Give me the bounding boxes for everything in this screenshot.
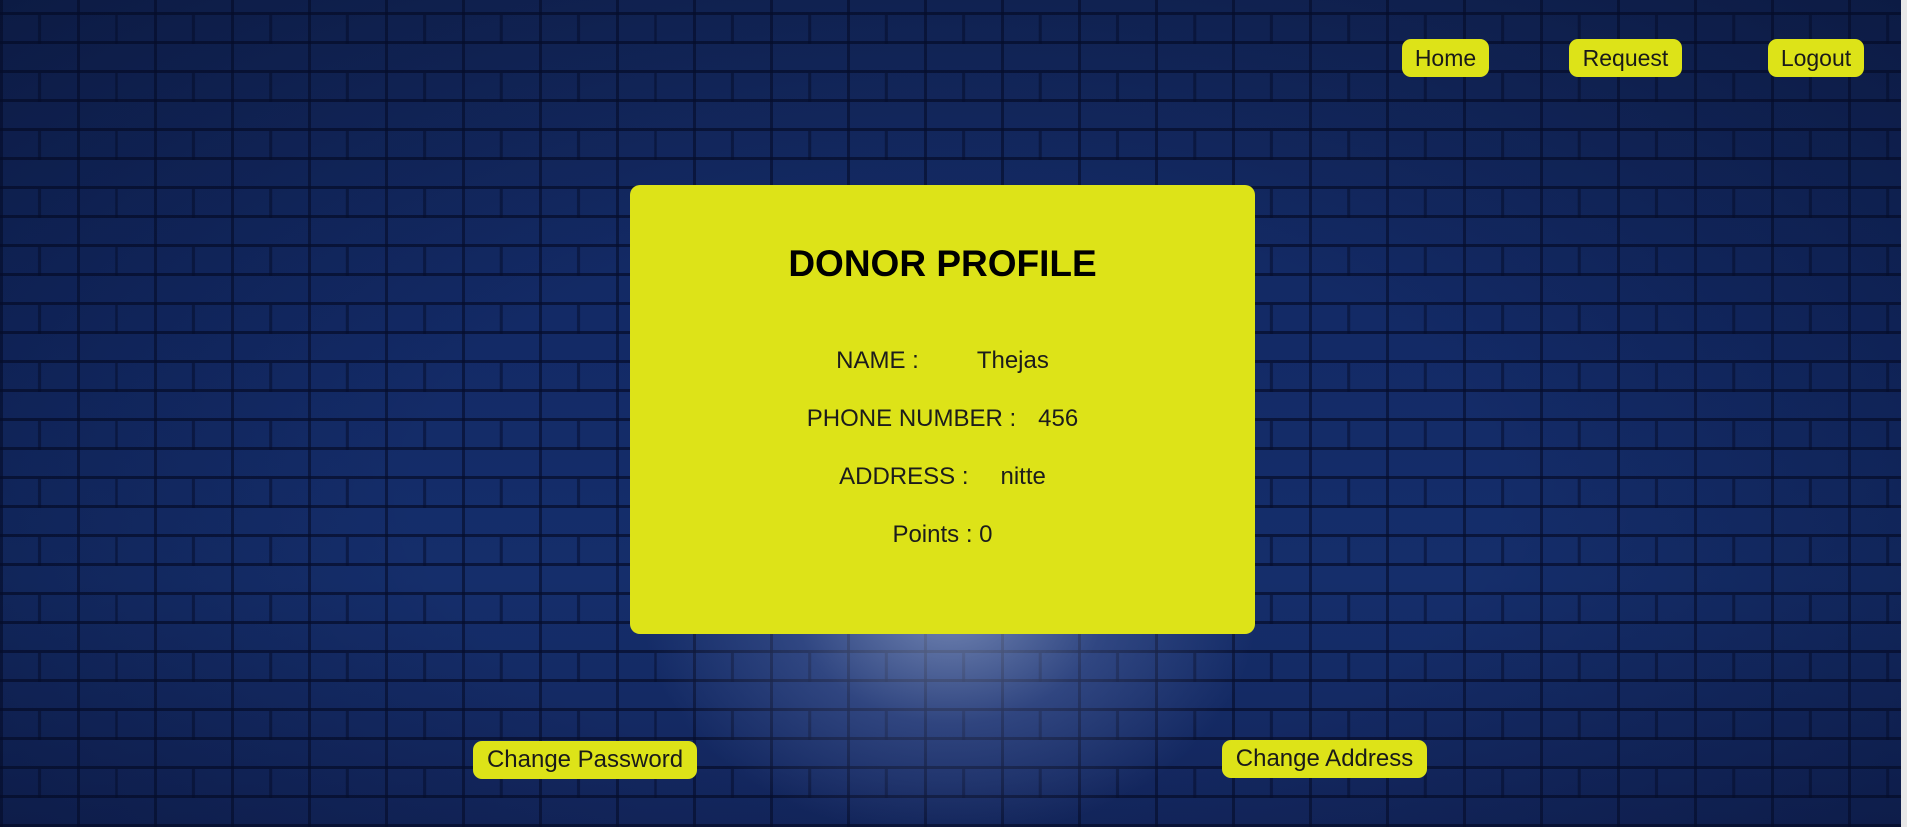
- points-label: Points :: [892, 521, 973, 548]
- points-row: Points : 0: [630, 521, 1255, 549]
- phone-value: 456: [1038, 405, 1079, 432]
- address-label: ADDRESS :: [839, 463, 969, 490]
- name-row: NAME : Thejas: [630, 347, 1255, 375]
- points-value: 0: [979, 521, 993, 548]
- home-button[interactable]: Home: [1402, 39, 1489, 77]
- change-address-button[interactable]: Change Address: [1222, 740, 1427, 778]
- scrollbar-track[interactable]: [1901, 0, 1907, 827]
- phone-label: PHONE NUMBER :: [806, 405, 1017, 432]
- name-value: Thejas: [976, 347, 1049, 374]
- address-row: ADDRESS : nitte: [630, 463, 1255, 491]
- address-value: nitte: [1000, 463, 1046, 490]
- name-label: NAME :: [836, 347, 919, 374]
- request-button[interactable]: Request: [1569, 39, 1682, 77]
- change-password-button[interactable]: Change Password: [473, 741, 697, 779]
- logout-button[interactable]: Logout: [1768, 39, 1864, 77]
- phone-row: PHONE NUMBER : 456: [630, 405, 1255, 433]
- profile-title: DONOR PROFILE: [788, 243, 1097, 284]
- donor-profile-card: DONOR PROFILE NAME : Thejas PHONE NUMBER …: [630, 185, 1255, 634]
- page: Home Request Logout DONOR PROFILE NAME :…: [0, 0, 1907, 827]
